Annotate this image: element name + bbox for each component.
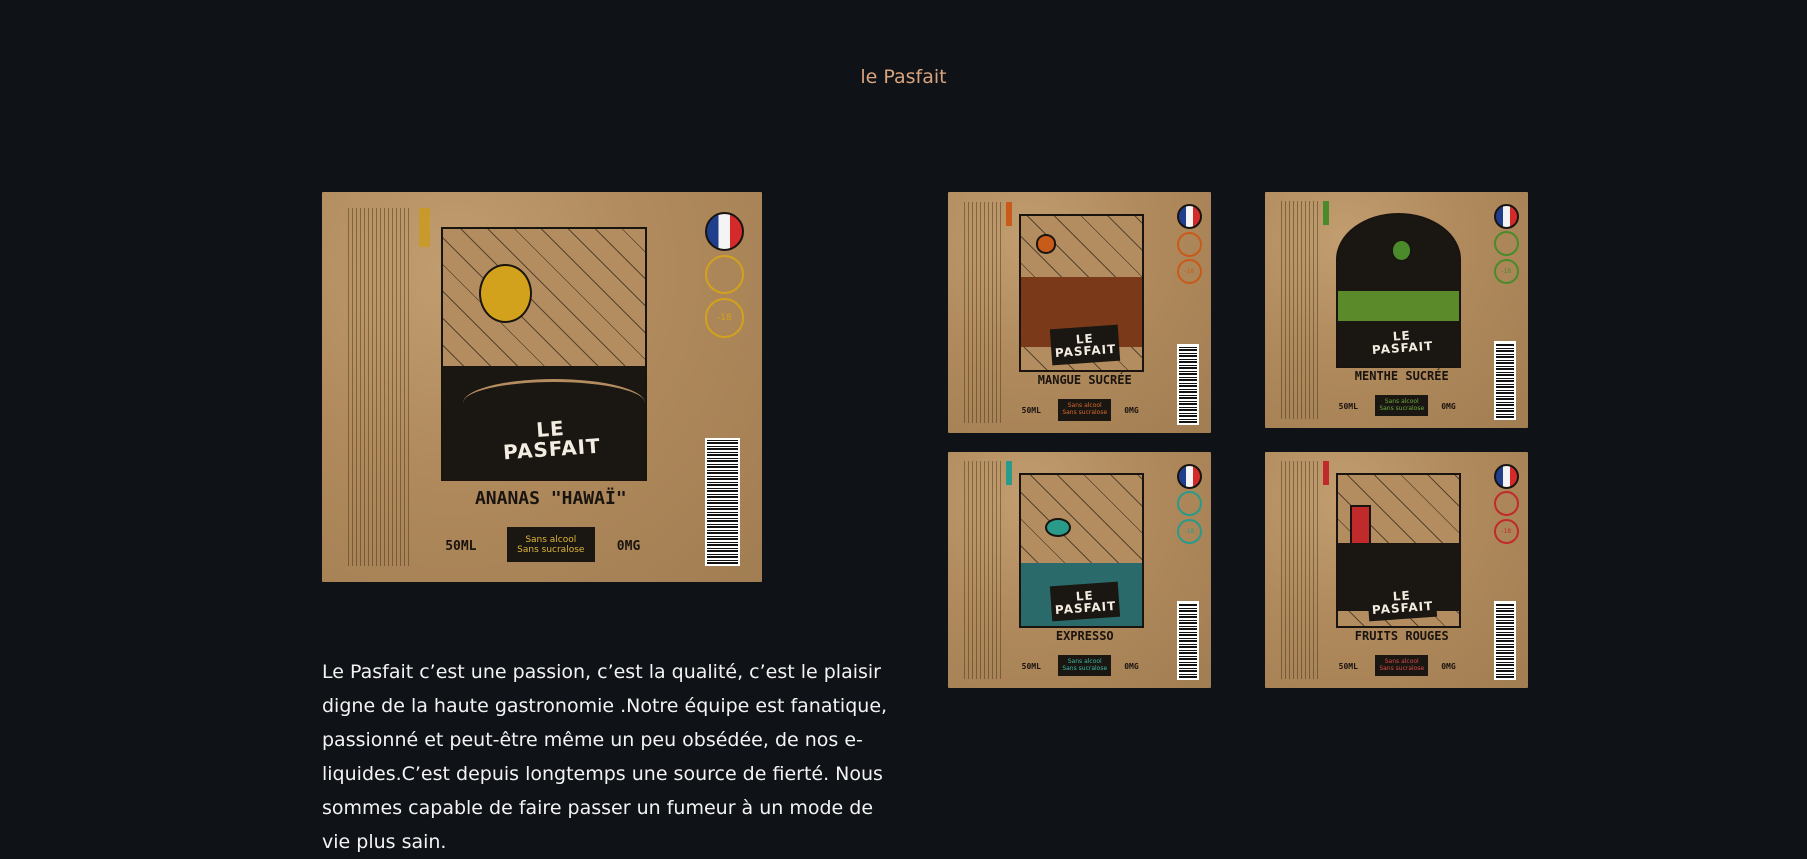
ingredients-badge: Sans alcool Sans sucralose bbox=[1375, 654, 1429, 677]
brand-logo-text: LE PASFAIT bbox=[501, 416, 602, 465]
france-flag-icon bbox=[1493, 463, 1519, 489]
france-flag-icon bbox=[1493, 203, 1519, 229]
france-flag-icon bbox=[1176, 463, 1202, 489]
age-restriction-icon: -18 bbox=[1176, 518, 1202, 544]
product-name: MANGUE SUCRÉE bbox=[1037, 372, 1132, 387]
volume-text: 50ML bbox=[1021, 406, 1041, 416]
barcode bbox=[704, 437, 740, 567]
badge-line-2: Sans sucralose bbox=[1379, 664, 1425, 672]
barcode bbox=[1493, 340, 1517, 421]
age-restriction-icon: -18 bbox=[1176, 259, 1202, 285]
ingredients-badge: Sans alcool Sans sucralose bbox=[1375, 394, 1429, 417]
ingredients-text-block bbox=[1280, 201, 1318, 419]
barcode bbox=[1176, 600, 1200, 681]
nicotine-text: 0MG bbox=[1124, 406, 1139, 416]
ingredients-badge: Sans alcool Sans sucralose bbox=[506, 527, 595, 563]
brand-logo-text: LE PASFAIT bbox=[1371, 328, 1434, 357]
age-restriction-icon: -18 bbox=[1493, 258, 1519, 284]
volume-text: 50ML bbox=[445, 539, 477, 555]
accent-tag bbox=[1005, 461, 1013, 486]
sun-illustration bbox=[1035, 234, 1057, 254]
pregnancy-warning-icon bbox=[1176, 491, 1202, 517]
pregnancy-warning-icon bbox=[1493, 491, 1519, 517]
brand-logo-text: LE PASFAIT bbox=[1371, 588, 1434, 617]
badge-line-2: Sans sucralose bbox=[1062, 664, 1108, 672]
nicotine-text: 0MG bbox=[1441, 402, 1456, 412]
brand-logo: LE PASFAIT bbox=[1049, 581, 1121, 622]
label-icons: -18 bbox=[704, 211, 744, 342]
barcode bbox=[1493, 600, 1517, 681]
brand-logo-text: LE PASFAIT bbox=[1054, 331, 1117, 361]
badge-line-1: Sans alcool bbox=[525, 534, 577, 545]
brand-logo: LE PASFAIT bbox=[1366, 321, 1438, 362]
badge-line-2: Sans sucralose bbox=[1379, 404, 1425, 412]
ingredients-badge: Sans alcool Sans sucralose bbox=[1058, 399, 1112, 421]
ingredients-text-block bbox=[348, 207, 410, 567]
product-name: MENTHE SUCRÉE bbox=[1354, 369, 1449, 383]
accent-tag bbox=[1322, 461, 1330, 486]
product-name: FRUITS ROUGES bbox=[1354, 629, 1449, 643]
badge-line-2: Sans sucralose bbox=[1062, 409, 1108, 417]
nicotine-text: 0MG bbox=[1124, 662, 1139, 672]
brand-description: Le Pasfait c’est une passion, c’est la q… bbox=[322, 661, 888, 853]
accent-tag bbox=[418, 207, 430, 247]
product-name: EXPRESSO bbox=[1055, 629, 1114, 643]
pregnancy-warning-icon bbox=[1493, 231, 1519, 257]
nicotine-text: 0MG bbox=[616, 539, 641, 555]
product-image-mangue-sucree[interactable]: LE PASFAIT MANGUE SUCRÉE 50ML Sans alcoo… bbox=[948, 192, 1211, 433]
ingredients-text-block bbox=[963, 461, 1001, 679]
label-icons: -18 bbox=[1493, 463, 1519, 547]
france-flag-icon bbox=[704, 211, 744, 251]
label-icons: -18 bbox=[1493, 203, 1519, 287]
section-title: le Pasfait bbox=[860, 66, 947, 88]
brand-logo: LE PASFAIT bbox=[1049, 324, 1121, 366]
product-image-fruits-rouges[interactable]: LE PASFAIT FRUITS ROUGES 50ML Sans alcoo… bbox=[1265, 452, 1528, 688]
badge-line-2: Sans sucralose bbox=[517, 544, 585, 555]
ingredients-text-block bbox=[1280, 461, 1318, 679]
pregnancy-warning-icon bbox=[704, 254, 744, 295]
moon-illustration bbox=[1391, 239, 1413, 262]
pregnancy-warning-icon bbox=[1176, 231, 1202, 257]
brand-logo-text: LE PASFAIT bbox=[1054, 588, 1117, 617]
label-icons: -18 bbox=[1176, 204, 1202, 287]
france-flag-icon bbox=[1176, 204, 1202, 230]
product-image-expresso[interactable]: LE PASFAIT EXPRESSO 50ML Sans alcool San… bbox=[948, 452, 1211, 688]
nicotine-text: 0MG bbox=[1441, 662, 1456, 672]
age-restriction-icon: -18 bbox=[1493, 518, 1519, 544]
volume-text: 50ML bbox=[1338, 662, 1358, 672]
barcode bbox=[1176, 343, 1200, 425]
product-name: ANANAS "HAWAÏ" bbox=[474, 488, 627, 510]
ingredients-badge: Sans alcool Sans sucralose bbox=[1058, 654, 1112, 677]
sun-illustration bbox=[1045, 517, 1071, 537]
ingredients-text-block bbox=[963, 201, 1001, 424]
product-image-menthe-sucree[interactable]: LE PASFAIT MENTHE SUCRÉE 50ML Sans alcoo… bbox=[1265, 192, 1528, 428]
brand-logo: LE PASFAIT bbox=[1366, 581, 1438, 622]
accent-tag bbox=[1005, 201, 1013, 226]
product-image-ananas-hawai[interactable]: LE PASFAIT ANANAS "HAWAÏ" 50ML Sans alco… bbox=[322, 192, 762, 582]
label-icons: -18 bbox=[1176, 463, 1202, 547]
landscape-illustration bbox=[1338, 290, 1459, 321]
brand-logo: LE PASFAIT bbox=[491, 406, 610, 473]
sun-illustration bbox=[479, 264, 532, 323]
volume-text: 50ML bbox=[1338, 402, 1358, 412]
age-restriction-icon: -18 bbox=[704, 298, 744, 338]
accent-tag bbox=[1322, 201, 1330, 226]
volume-text: 50ML bbox=[1021, 662, 1041, 672]
